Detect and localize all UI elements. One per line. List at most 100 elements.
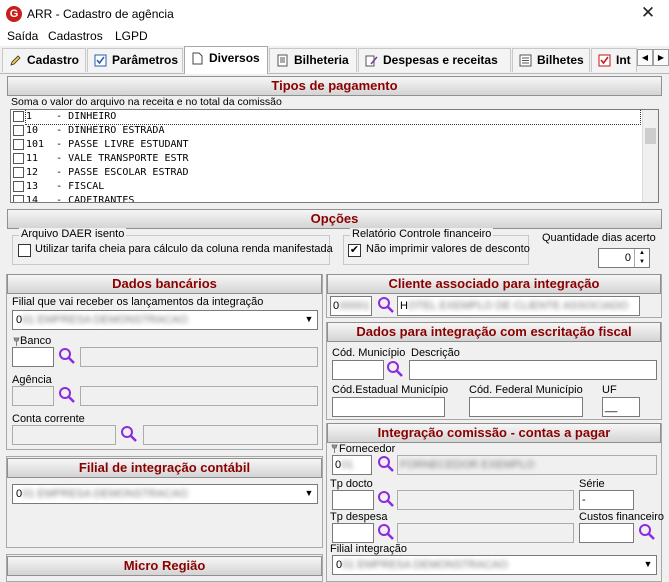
list-item-checkbox[interactable] <box>13 153 24 164</box>
section-header-micro-regiao: Micro Região <box>7 556 322 576</box>
list-item[interactable]: 12 - PASSE ESCOLAR ESTRAD <box>11 166 658 180</box>
custos-financeiro-input[interactable] <box>579 523 634 543</box>
list-item[interactable]: 13 - FISCAL <box>11 180 658 194</box>
search-icon[interactable] <box>120 425 138 443</box>
list-item[interactable]: 11 - VALE TRANSPORTE ESTR <box>11 152 658 166</box>
tab-parametros[interactable]: Parâmetros <box>87 48 183 72</box>
close-icon[interactable]: ✕ <box>636 3 660 23</box>
list-item-checkbox[interactable] <box>13 167 24 178</box>
filial-integracao-label: Filial integração <box>330 543 408 555</box>
filial-contabil-dropdown[interactable]: 001 EMPRESA DEMONSTRACAO ▼ <box>12 484 318 504</box>
banco-code-input[interactable] <box>12 347 54 367</box>
relatorio-checkbox[interactable]: ✔ <box>348 244 361 257</box>
tab-label: Despesas e receitas <box>383 53 498 67</box>
tab-bilheteria[interactable]: Bilheteria <box>269 48 357 72</box>
list-item-checkbox[interactable] <box>13 111 24 122</box>
list-item-checkbox[interactable] <box>13 125 24 136</box>
list-item-checkbox[interactable] <box>13 139 24 150</box>
quantidade-dias-spinner[interactable]: 0 ▲ ▼ <box>598 248 650 268</box>
search-icon[interactable] <box>377 490 395 508</box>
tab-bilhetes[interactable]: Bilhetes <box>512 48 590 72</box>
cod-federal-label: Cód. Federal Município <box>469 384 583 396</box>
tab-scroll-right-icon[interactable]: ▶ <box>653 49 669 66</box>
daer-checkbox-label: Utilizar tarifa cheia para cálculo da co… <box>35 243 333 255</box>
tab-bar: Cadastro Parâmetros Diversos Bilheteria … <box>0 46 669 74</box>
section-header-escrituracao: Dados para integração com escritação fis… <box>327 322 661 342</box>
search-icon[interactable] <box>58 347 76 365</box>
quantidade-dias-value: 0 <box>624 252 631 264</box>
agencia-name-input <box>80 386 318 406</box>
search-icon[interactable] <box>58 386 76 404</box>
relatorio-checkbox-label: Não imprimir valores de desconto <box>366 243 530 255</box>
chevron-down-icon[interactable]: ▼ <box>303 488 315 498</box>
uf-input[interactable]: __ <box>602 397 640 417</box>
daer-checkbox[interactable] <box>18 244 31 257</box>
tp-docto-label: Tp docto <box>330 478 373 490</box>
fornecedor-name-input: FORNECEDOR EXEMPLO <box>397 455 657 475</box>
tab-diversos[interactable]: Diversos <box>184 46 268 74</box>
section-header-tipos-pagamento: Tipos de pagamento <box>7 76 662 96</box>
filial-receber-label: Filial que vai receber os lançamentos da… <box>12 296 264 308</box>
filial-integracao-dropdown[interactable]: 001 EMPRESA DEMONSTRACAO ▼ <box>332 555 657 575</box>
serie-label: Série <box>579 478 605 490</box>
list-item[interactable]: 101 - PASSE LIVRE ESTUDANT <box>11 138 658 152</box>
uf-label: UF <box>602 384 617 396</box>
cliente-code-input[interactable]: 000001 <box>330 296 372 316</box>
tp-despesa-input[interactable] <box>332 523 374 543</box>
pin-icon <box>13 337 20 346</box>
tab-label: Cadastro <box>27 53 80 67</box>
tab-scroll-left-icon[interactable]: ◀ <box>637 49 653 66</box>
quantidade-dias-label: Quantidade dias acerto <box>542 232 656 244</box>
search-icon[interactable] <box>377 523 395 541</box>
descricao-input[interactable] <box>409 360 657 380</box>
agencia-code-input[interactable] <box>12 386 54 406</box>
section-header-filial-contabil: Filial de integração contábil <box>7 458 322 478</box>
list-item[interactable]: 1 - DINHEIRO <box>11 110 658 125</box>
descricao-label: Descrição <box>411 347 460 359</box>
tab-label: Int <box>616 53 631 67</box>
tab-label: Diversos <box>209 51 260 65</box>
menu-bar: Saída Cadastros LGPD <box>0 28 669 46</box>
tp-despesa-name-input <box>397 523 574 543</box>
tab-despesas-receitas[interactable]: Despesas e receitas <box>358 48 511 72</box>
tab-cadastro[interactable]: Cadastro <box>2 48 86 72</box>
spin-up-icon[interactable]: ▲ <box>634 249 649 258</box>
list-item[interactable]: 10 - DINHEIRO ESTRADA <box>11 124 658 138</box>
banco-name-input <box>80 347 318 367</box>
spin-down-icon[interactable]: ▼ <box>634 258 649 267</box>
pencil-icon <box>10 55 21 66</box>
list-scrollbar[interactable] <box>642 110 658 202</box>
tp-docto-input[interactable] <box>332 490 374 510</box>
fornecedor-code-input[interactable]: 001 <box>332 455 372 475</box>
chevron-down-icon[interactable]: ▼ <box>642 559 654 569</box>
section-header-opcoes: Opções <box>7 209 662 229</box>
cod-estadual-input[interactable] <box>332 397 445 417</box>
search-icon[interactable] <box>386 360 404 378</box>
list-item[interactable]: 14 - CADEIRANTES <box>11 194 658 202</box>
cod-municipio-input[interactable] <box>332 360 384 380</box>
document-icon <box>192 52 203 65</box>
menu-lgpd[interactable]: LGPD <box>115 29 148 43</box>
conta-corrente-label: Conta corrente <box>12 413 85 425</box>
list-item-checkbox[interactable] <box>13 195 24 202</box>
conta-corrente-name-input <box>143 425 318 445</box>
chevron-down-icon[interactable]: ▼ <box>303 314 315 324</box>
filial-receber-dropdown[interactable]: 001 EMPRESA DEMONSTRACAO ▼ <box>12 310 318 330</box>
search-icon[interactable] <box>377 296 395 314</box>
menu-saida[interactable]: Saída <box>7 29 38 43</box>
cod-municipio-label: Cód. Município <box>332 347 406 359</box>
conta-corrente-input[interactable] <box>12 425 116 445</box>
section-header-cliente: Cliente associado para integração <box>327 274 661 294</box>
menu-cadastros[interactable]: Cadastros <box>48 29 103 43</box>
tipos-pagamento-list[interactable]: 1 - DINHEIRO 10 - DINHEIRO ESTRADA 101 -… <box>10 109 659 203</box>
app-logo-icon: G <box>6 6 22 22</box>
cliente-name-input[interactable]: HOTEL EXEMPLO DE CLIENTE ASSOCIADO <box>397 296 640 316</box>
checkbox-icon <box>94 54 107 67</box>
window-title: ARR - Cadastro de agência <box>27 7 174 21</box>
search-icon[interactable] <box>638 523 656 541</box>
cod-federal-input[interactable] <box>469 397 583 417</box>
list-item-checkbox[interactable] <box>13 181 24 192</box>
tab-integracao[interactable]: Int <box>591 48 637 72</box>
search-icon[interactable] <box>377 455 395 473</box>
serie-input[interactable]: - <box>579 490 634 510</box>
